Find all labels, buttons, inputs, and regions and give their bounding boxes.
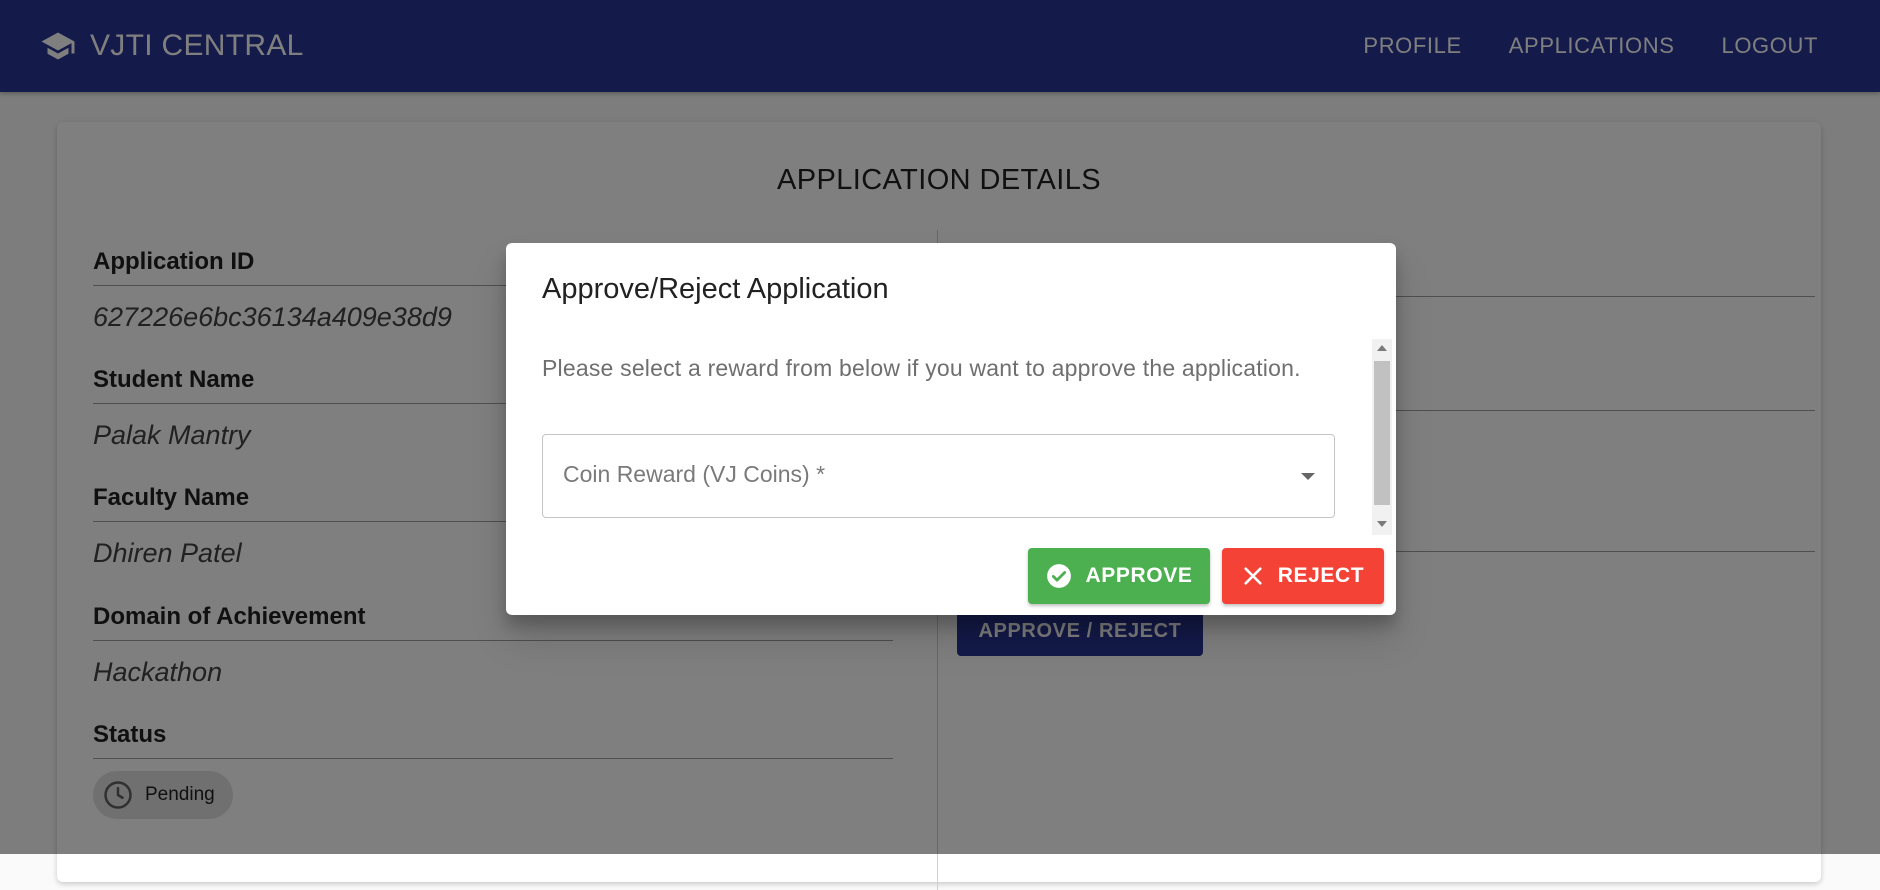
dialog-scrollbar[interactable] [1372, 339, 1392, 535]
dialog-text: Please select a reward from below if you… [542, 355, 1301, 381]
coin-reward-label: Coin Reward (VJ Coins) * [563, 461, 826, 487]
coin-reward-select[interactable]: Coin Reward (VJ Coins) * [542, 434, 1335, 518]
scroll-up-icon[interactable] [1377, 345, 1387, 351]
dialog-title: Approve/Reject Application [542, 273, 889, 305]
approve-label: APPROVE [1085, 564, 1193, 587]
close-icon [1244, 567, 1262, 585]
dialog-content: Please select a reward from below if you… [506, 339, 1396, 539]
approve-reject-dialog: Approve/Reject Application Please select… [506, 243, 1396, 615]
reject-button[interactable]: REJECT [1222, 548, 1384, 604]
approve-button[interactable]: APPROVE [1028, 548, 1210, 604]
scrollbar-thumb[interactable] [1374, 361, 1390, 505]
chevron-down-icon [1301, 473, 1315, 480]
check-circle-icon [1046, 564, 1071, 588]
scroll-down-icon[interactable] [1377, 521, 1387, 527]
reject-label: REJECT [1277, 564, 1365, 587]
